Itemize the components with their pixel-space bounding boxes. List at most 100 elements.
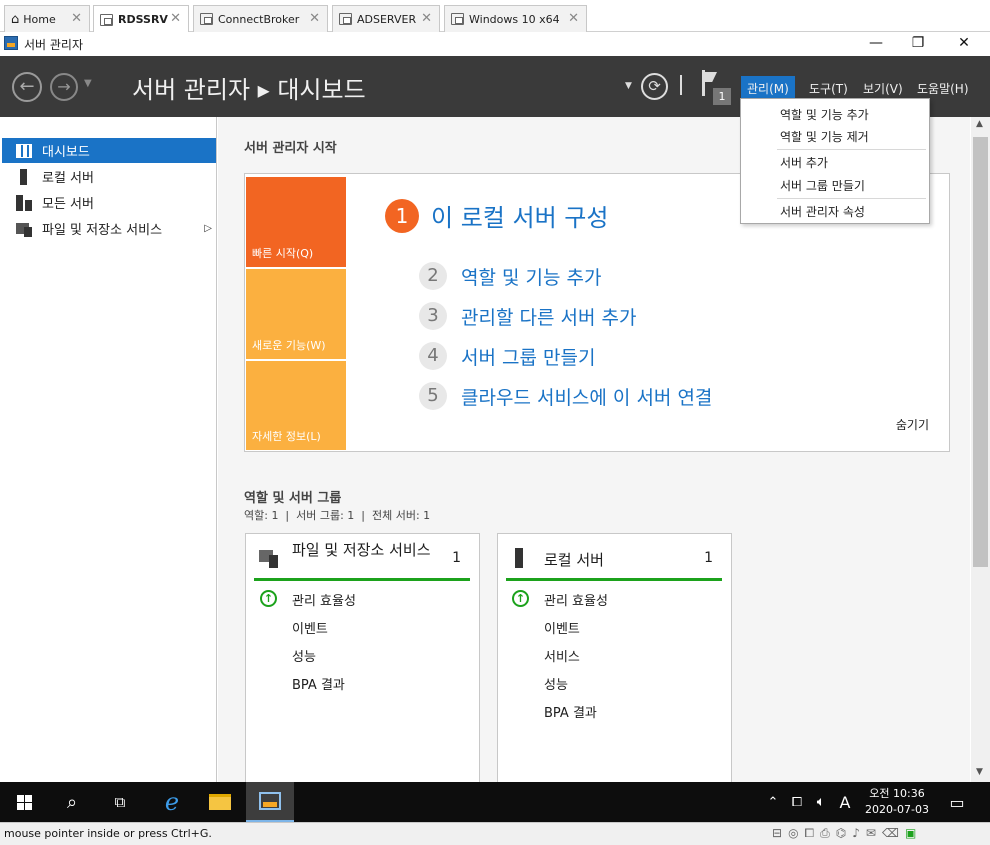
menu-item-add-server[interactable]: 서버 추가 (780, 154, 828, 171)
whats-new-tile[interactable]: 새로운 기능(W) (246, 269, 346, 359)
network-icon[interactable]: ⧠ (786, 782, 808, 822)
vm-tab-home[interactable]: ⌂ Home ✕ (4, 5, 90, 32)
dropdown-arrow-icon[interactable]: ▼ (625, 81, 632, 91)
card-row-performance[interactable]: 성능 (544, 674, 568, 693)
status-bar (254, 578, 470, 581)
vm-tab-label: Home (23, 12, 56, 26)
step-create-group[interactable]: 4 서버 그룹 만들기 (419, 342, 595, 370)
card-row-performance[interactable]: 성능 (292, 646, 316, 665)
menu-item-remove-roles[interactable]: 역할 및 기능 제거 (780, 128, 869, 145)
sound-icon[interactable]: ♪ (852, 826, 860, 841)
chevron-up-icon[interactable]: ⌃ (762, 782, 784, 822)
vm-tab-label: ADSERVER (357, 12, 417, 26)
groups-summary: 역할: 1 | 서버 그룹: 1 | 전체 서버: 1 (244, 509, 431, 522)
menu-tools[interactable]: 도구(T) (803, 78, 854, 99)
card-row-bpa[interactable]: BPA 결과 (292, 674, 345, 693)
vm-tab-label: Windows 10 x64 (469, 12, 560, 26)
step-number: 5 (419, 382, 447, 410)
step-text: 이 로컬 서버 구성 (431, 204, 609, 232)
hide-link[interactable]: 숨기기 (896, 416, 929, 433)
vm-tab-windows10[interactable]: Windows 10 x64 ✕ (444, 5, 587, 32)
window-titlebar: 서버 관리자 — ❐ ✕ (0, 32, 990, 56)
step-add-servers[interactable]: 3 관리할 다른 서버 추가 (419, 302, 636, 330)
scrollbar[interactable]: ▲ ▼ (971, 117, 990, 782)
close-icon[interactable]: ✕ (170, 11, 181, 26)
refresh-icon[interactable]: ⟳ (641, 73, 668, 100)
menu-view[interactable]: 보기(V) (857, 78, 909, 99)
groups-heading: 역할 및 서버 그룹 (244, 491, 342, 506)
menu-item-add-roles[interactable]: 역할 및 기능 추가 (780, 106, 869, 123)
role-card-local-server[interactable]: 로컬 서버 1 ↑ 관리 효율성 이벤트 서비스 성능 BPA 결과 (497, 533, 732, 783)
ime-indicator[interactable]: A (834, 782, 856, 822)
file-explorer-icon[interactable] (196, 782, 244, 822)
server-manager-icon (4, 36, 18, 50)
trash-icon[interactable]: ⌫ (882, 826, 899, 841)
display-icon[interactable]: ▣ (905, 826, 916, 841)
server-manager-taskbar-icon[interactable] (246, 782, 294, 822)
card-row-events[interactable]: 이벤트 (544, 618, 580, 637)
close-icon[interactable]: ✕ (568, 11, 579, 26)
network-adapter-icon[interactable]: ⧠ (805, 826, 815, 841)
close-window-button[interactable]: ✕ (944, 34, 984, 54)
menu-item-properties[interactable]: 서버 관리자 속성 (780, 203, 865, 220)
history-dropdown-icon[interactable]: ▼ (84, 78, 92, 89)
vm-tab-label: RDSSRV (118, 13, 168, 26)
close-icon[interactable]: ✕ (421, 11, 432, 26)
step-connect-cloud[interactable]: 5 클라우드 서비스에 이 서버 연결 (419, 382, 712, 410)
clock[interactable]: 오전 10:36 2020-07-03 (856, 782, 938, 822)
internet-explorer-icon[interactable]: e (148, 782, 196, 822)
quick-start-tile[interactable]: 빠른 시작(Q) (246, 177, 346, 267)
close-icon[interactable]: ✕ (71, 11, 82, 26)
vm-tab-bar: ⌂ Home ✕ RDSSRV ✕ ConnectBroker ✕ ADSERV… (0, 0, 990, 33)
close-icon[interactable]: ✕ (309, 11, 320, 26)
taskbar: ⌕ ⧉ e ⌃ ⧠ 🔈︎ A 오전 10:36 2020-07-03 ▭ (0, 782, 990, 822)
step-add-roles[interactable]: 2 역할 및 기능 추가 (419, 262, 601, 290)
sidebar-item-file-storage[interactable]: 파일 및 저장소 서비스 ▷ (2, 216, 216, 241)
forward-button[interactable]: → (50, 73, 78, 101)
usb-icon[interactable]: ⌬ (836, 826, 846, 841)
notifications-flag[interactable]: 1 (702, 70, 732, 106)
message-icon[interactable]: ✉ (866, 826, 876, 841)
breadcrumb: 서버 관리자 ▸ 대시보드 (132, 76, 366, 104)
scrollbar-thumb[interactable] (973, 137, 988, 567)
printer-icon[interactable]: ⎙ (820, 826, 830, 841)
vm-icon (200, 13, 213, 25)
vm-tab-adserver[interactable]: ADSERVER ✕ (332, 5, 440, 32)
card-row-services[interactable]: 서비스 (544, 646, 580, 665)
card-row-manageability[interactable]: 관리 효율성 (292, 590, 356, 609)
sidebar-item-all-servers[interactable]: 모든 서버 (2, 190, 216, 215)
dashboard-icon (16, 143, 32, 158)
vm-tab-rdssrv[interactable]: RDSSRV ✕ (93, 5, 189, 33)
minimize-button[interactable]: — (856, 34, 896, 54)
sidebar-item-local-server[interactable]: 로컬 서버 (2, 164, 216, 189)
role-card-file-storage[interactable]: 파일 및 저장소 서비스 1 ↑ 관리 효율성 이벤트 성능 BPA 결과 (245, 533, 480, 783)
restore-button[interactable]: ❐ (898, 34, 938, 54)
step-number: 3 (419, 302, 447, 330)
step-configure-local[interactable]: 1 이 로컬 서버 구성 (385, 198, 608, 233)
manage-menu-dropdown: 역할 및 기능 추가 역할 및 기능 제거 서버 추가 서버 그룹 만들기 서버… (740, 98, 930, 224)
status-bar (506, 578, 722, 581)
card-row-manageability[interactable]: 관리 효율성 (544, 590, 608, 609)
status-text: mouse pointer inside or press Ctrl+G. (4, 827, 212, 840)
sidebar-item-label: 파일 및 저장소 서비스 (42, 223, 163, 238)
task-view-icon[interactable]: ⧉ (96, 782, 144, 822)
notification-center-icon[interactable]: ▭ (942, 782, 972, 822)
flag-icon (702, 70, 705, 96)
expand-arrow-icon[interactable]: ▷ (204, 223, 212, 234)
vm-tab-connectbroker[interactable]: ConnectBroker ✕ (193, 5, 328, 32)
start-button[interactable] (0, 782, 48, 822)
sidebar-item-dashboard[interactable]: 대시보드 (2, 138, 216, 163)
scroll-up-icon[interactable]: ▲ (976, 119, 983, 129)
scroll-down-icon[interactable]: ▼ (976, 767, 983, 777)
hdd-icon[interactable]: ⊟ (772, 826, 782, 841)
menu-item-create-group[interactable]: 서버 그룹 만들기 (780, 177, 865, 194)
search-icon[interactable]: ⌕ (48, 782, 96, 822)
menu-help[interactable]: 도움말(H) (911, 78, 975, 99)
learn-more-tile[interactable]: 자세한 정보(L) (246, 361, 346, 450)
status-ok-icon: ↑ (512, 590, 529, 607)
card-row-events[interactable]: 이벤트 (292, 618, 328, 637)
cd-icon[interactable]: ◎ (788, 826, 798, 841)
back-button[interactable]: ← (12, 72, 42, 102)
card-row-bpa[interactable]: BPA 결과 (544, 702, 597, 721)
speaker-icon[interactable]: 🔈︎ (810, 782, 832, 822)
